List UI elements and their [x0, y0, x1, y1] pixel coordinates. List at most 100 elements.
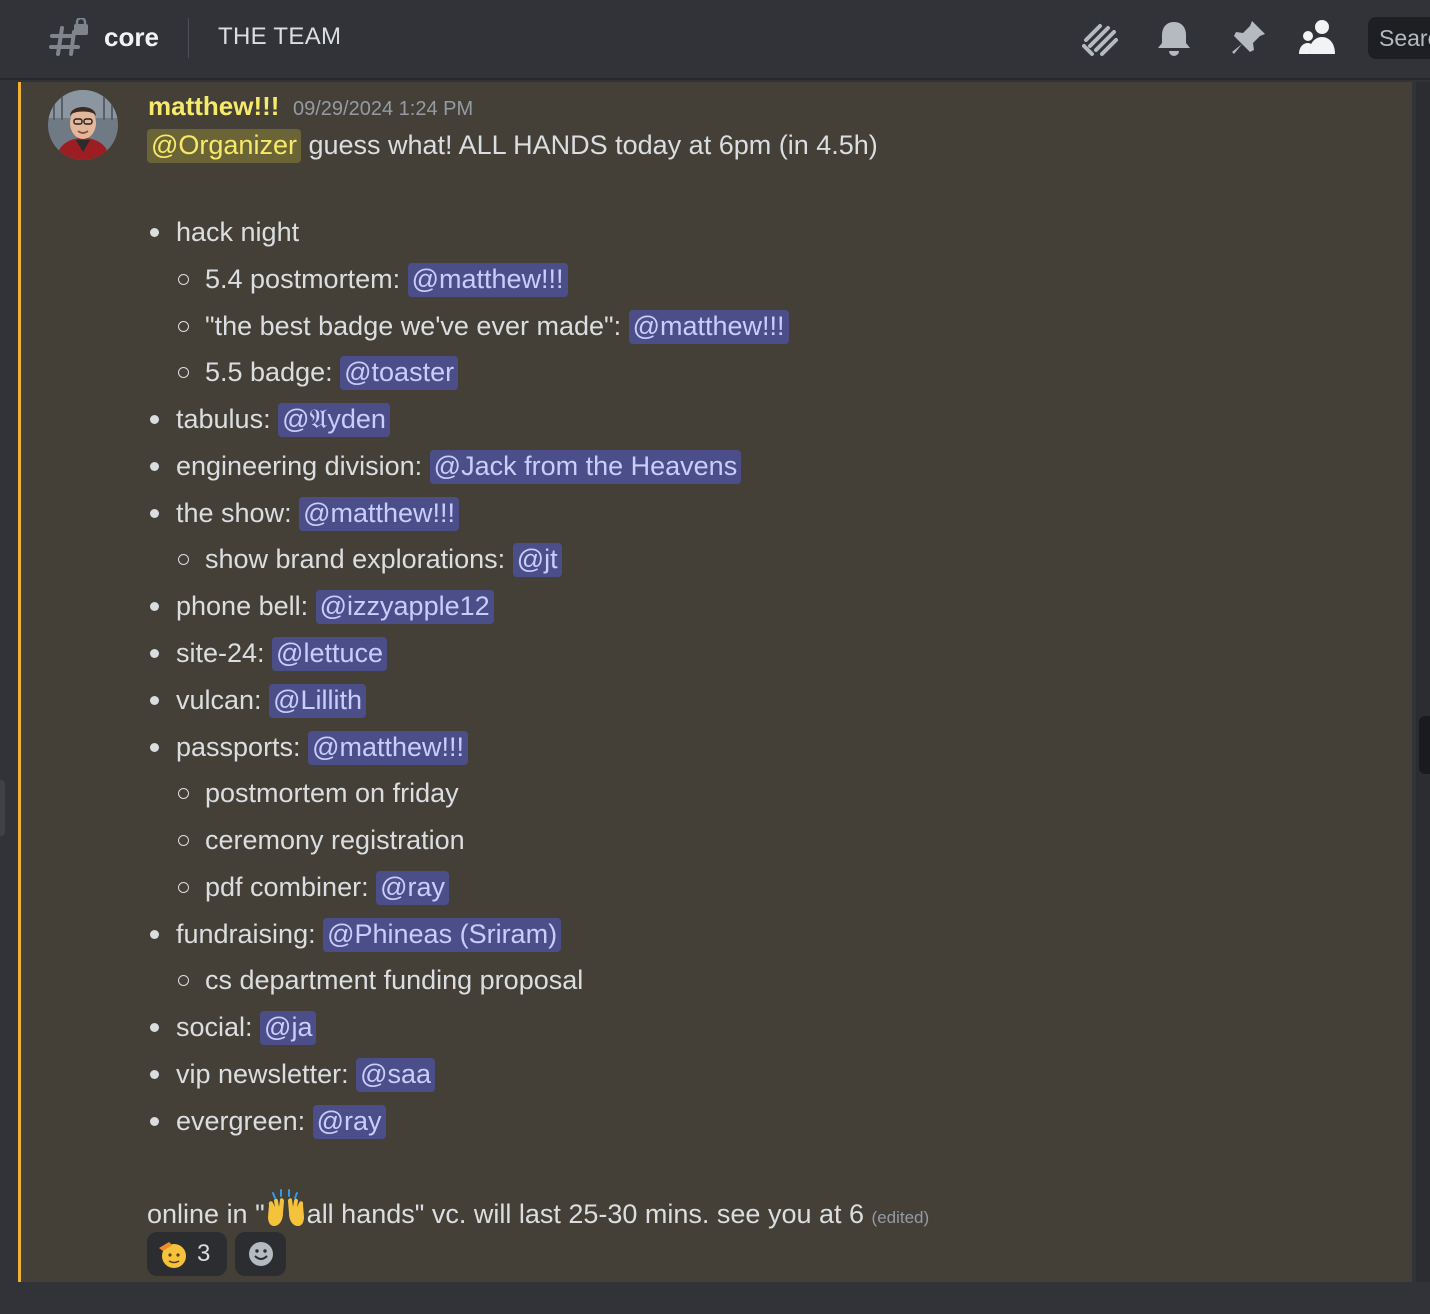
bullet-circle [178, 274, 189, 285]
user-mention[interactable]: @izzyapple12 [315, 590, 494, 624]
user-mention[interactable]: @ray [376, 871, 450, 905]
scrollbar-thumb[interactable] [1419, 716, 1430, 774]
raising-hands-emoji [265, 1189, 307, 1236]
list-item-text: social: [176, 1012, 261, 1042]
user-mention[interactable]: @𝔄yden [278, 403, 390, 437]
list-item-text: the show: [176, 498, 300, 528]
list-item-text: show brand explorations: [205, 544, 513, 574]
list-item: tabulus: @𝔄yden [176, 401, 390, 437]
scrollbar-track[interactable] [1416, 82, 1430, 1314]
list-item: pdf combiner: @ray [205, 869, 450, 905]
list-item: vip newsletter: @saa [176, 1056, 436, 1092]
list-item: hack night [176, 214, 299, 250]
add-reaction-icon [247, 1240, 275, 1268]
list-item-text: 5.5 badge: [205, 357, 341, 387]
bullet-dot [150, 602, 159, 611]
bullet-circle [178, 554, 189, 565]
list-item-text: "the best badge we've ever made": [205, 311, 629, 341]
bullet-dot [150, 1023, 159, 1032]
avatar[interactable] [48, 90, 118, 160]
bullet-dot [150, 1070, 159, 1079]
pin-icon[interactable] [1226, 16, 1270, 60]
list-item: engineering division: @Jack from the Hea… [176, 448, 742, 484]
list-item: phone bell: @izzyapple12 [176, 588, 494, 624]
message-timestamp[interactable]: 09/29/2024 1:24 PM [293, 98, 473, 121]
list-item-text: phone bell: [176, 591, 316, 621]
list-item-text: vip newsletter: [176, 1059, 357, 1089]
author-name[interactable]: matthew!!! [148, 91, 279, 122]
saluting-face-emoji [157, 1238, 189, 1270]
bullet-circle [178, 321, 189, 332]
user-mention[interactable]: @matthew!!! [299, 497, 460, 531]
user-mention[interactable]: @matthew!!! [628, 310, 789, 344]
member-list-icon[interactable] [1296, 16, 1340, 60]
bell-icon[interactable] [1152, 16, 1196, 60]
user-mention[interactable]: @Jack from the Heavens [429, 450, 742, 484]
bullet-dot [150, 415, 159, 424]
reaction-saluting-face[interactable]: 3 [147, 1232, 227, 1276]
message-footer: online in " all hands" vc. will last 25-… [147, 1189, 929, 1236]
list-item: "the best badge we've ever made": @matth… [205, 308, 789, 344]
bullet-dot [150, 649, 159, 658]
search-input[interactable] [1368, 17, 1430, 52]
user-mention[interactable]: @matthew!!! [407, 263, 568, 297]
list-item-text: site-24: [176, 638, 273, 668]
footer-text-end: all hands" vc. will last 25-30 mins. see… [306, 1199, 872, 1229]
bottom-area [0, 1282, 1430, 1314]
user-mention[interactable]: @toaster [340, 356, 459, 390]
reaction-count: 3 [197, 1240, 211, 1267]
bullet-dot [150, 228, 159, 237]
bullet-circle [178, 788, 189, 799]
list-item-text: 5.4 postmortem: [205, 264, 408, 294]
list-item-text: evergreen: [176, 1106, 313, 1136]
intro-text: guess what! ALL HANDS today at 6pm (in 4… [300, 130, 878, 160]
user-mention[interactable]: @ray [312, 1105, 386, 1139]
hash-locked-icon [49, 18, 88, 56]
user-mention[interactable]: @saa [356, 1058, 436, 1092]
bullet-circle [178, 975, 189, 986]
list-item-text: fundraising: [176, 919, 324, 949]
bullet-dot [150, 696, 159, 705]
bullet-circle [178, 367, 189, 378]
list-item-text: cs department funding proposal [205, 965, 584, 995]
bullet-circle [178, 835, 189, 846]
list-item: social: @ja [176, 1009, 317, 1045]
header-divider [188, 18, 189, 58]
threads-icon[interactable] [1078, 16, 1122, 60]
user-mention[interactable]: @Phineas (Sriram) [323, 918, 562, 952]
message-intro: @Organizer guess what! ALL HANDS today a… [147, 127, 878, 163]
user-mention[interactable]: @jt [512, 543, 562, 577]
list-item: ceremony registration [205, 822, 465, 858]
list-item-text: pdf combiner: [205, 872, 377, 902]
channel-topic[interactable]: THE TEAM [218, 23, 341, 51]
list-item: evergreen: @ray [176, 1103, 386, 1139]
user-mention[interactable]: @ja [260, 1011, 317, 1045]
list-item: cs department funding proposal [205, 962, 583, 998]
list-item: 5.5 badge: @toaster [205, 354, 459, 390]
channel-name: core [104, 22, 159, 52]
list-item-text: engineering division: [176, 451, 430, 481]
user-mention[interactable]: @Lillith [269, 684, 366, 718]
list-item: site-24: @lettuce [176, 635, 388, 671]
list-item: show brand explorations: @jt [205, 541, 562, 577]
list-item: vulcan: @Lillith [176, 682, 366, 718]
server-list-edge [0, 780, 5, 836]
bullet-dot [150, 1117, 159, 1126]
bullet-dot [150, 930, 159, 939]
list-item: the show: @matthew!!! [176, 495, 460, 531]
role-mention[interactable]: @Organizer [147, 129, 301, 163]
list-item: fundraising: @Phineas (Sriram) [176, 916, 562, 952]
list-item-text: passports: [176, 732, 309, 762]
search-box[interactable] [1368, 17, 1430, 59]
list-item-text: hack night [176, 217, 300, 247]
add-reaction-button[interactable] [235, 1232, 286, 1276]
list-item-text: ceremony registration [205, 825, 465, 855]
edited-label[interactable]: (edited) [872, 1208, 930, 1227]
list-item-text: vulcan: [176, 685, 270, 715]
user-mention[interactable]: @lettuce [272, 637, 388, 671]
list-item-text: tabulus: [176, 404, 279, 434]
list-item: 5.4 postmortem: @matthew!!! [205, 261, 568, 297]
footer-text-start: online in " [147, 1199, 265, 1229]
channel-header: core THE TEAM [0, 0, 1430, 80]
user-mention[interactable]: @matthew!!! [308, 731, 469, 765]
